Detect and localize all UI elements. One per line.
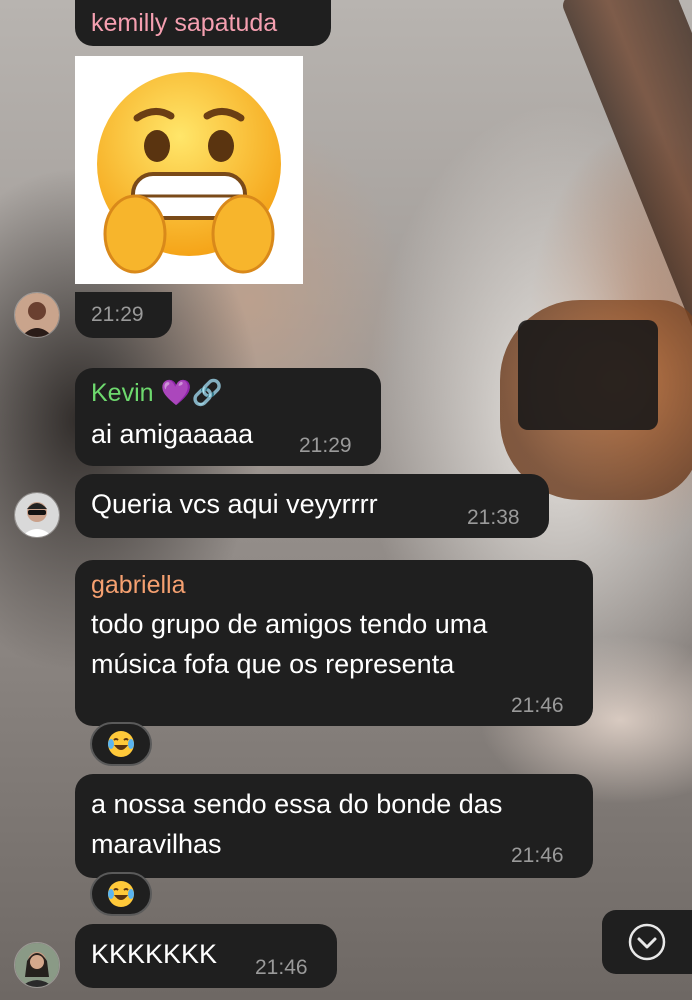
- avatar-kemilly[interactable]: [14, 292, 60, 338]
- reaction-chip[interactable]: [90, 722, 152, 766]
- message-time: 21:46: [511, 694, 564, 717]
- avatar-kevin[interactable]: [14, 492, 60, 538]
- message-time: 21:38: [467, 506, 520, 529]
- message-time: 21:29: [299, 434, 352, 457]
- message-bubble[interactable]: a nossa sendo essa do bonde das maravilh…: [75, 774, 593, 878]
- message-bubble[interactable]: gabriella todo grupo de amigos tendo uma…: [75, 560, 593, 726]
- message-time: 21:29: [91, 303, 144, 326]
- avatar-sender[interactable]: [14, 942, 60, 988]
- message-bubble[interactable]: KKKKKKK 21:46: [75, 924, 337, 988]
- sender-name: Kevin: [91, 379, 154, 407]
- message-text-line: a nossa sendo essa do bonde das: [91, 789, 503, 819]
- message-time: 21:46: [255, 956, 308, 979]
- scroll-to-bottom-button[interactable]: [602, 910, 692, 974]
- laughing-tears-emoji-icon: [108, 881, 134, 907]
- profile-photo-icon: [15, 293, 59, 337]
- message-text: Queria vcs aqui veyyrrrr: [91, 489, 378, 519]
- sender-emoji-badges: 💜🔗: [160, 379, 223, 407]
- message-sender-bubble[interactable]: kemilly sapatuda: [75, 0, 331, 46]
- reaction-chip[interactable]: [90, 872, 152, 916]
- message-text: KKKKKKK: [91, 939, 218, 969]
- wallpaper-guitar-pickup: [518, 320, 658, 430]
- message-time: 21:46: [511, 844, 564, 867]
- message-bubble[interactable]: Queria vcs aqui veyyrrrr 21:38: [75, 474, 549, 538]
- chevron-down-circle-icon: [628, 923, 666, 961]
- anxious-grimacing-face-icon: [97, 72, 281, 274]
- message-bubble[interactable]: Kevin 💜🔗 ai amigaaaaa 21:29: [75, 368, 381, 466]
- sender-name: kemilly sapatuda: [91, 9, 278, 37]
- profile-photo-icon: [15, 943, 59, 987]
- sender-name-row: Kevin 💜🔗: [91, 378, 223, 408]
- message-text-line: todo grupo de amigos tendo uma: [91, 609, 488, 639]
- sticker-image[interactable]: [75, 56, 303, 284]
- message-text-line: música fofa que os representa: [91, 649, 455, 679]
- message-text-line: maravilhas: [91, 829, 222, 859]
- profile-photo-icon: [15, 493, 59, 537]
- message-time-bubble: 21:29: [75, 292, 172, 338]
- laughing-tears-emoji-icon: [108, 731, 134, 757]
- message-text: ai amigaaaaa: [91, 419, 254, 449]
- sender-name: gabriella: [91, 571, 186, 599]
